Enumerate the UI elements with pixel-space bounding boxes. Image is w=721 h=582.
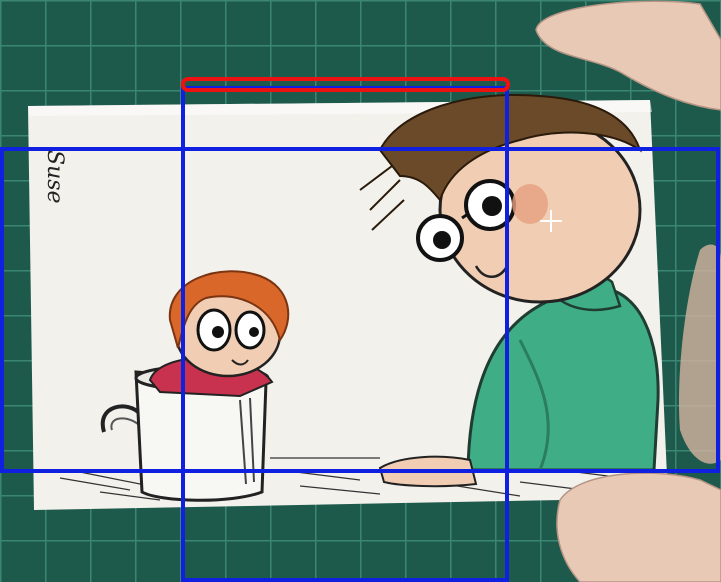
signature-text: Suse [42,150,67,204]
illustration-card: Suse [28,94,668,510]
photo-scene: Suse [0,0,721,582]
artist-signature: Suse [42,150,67,204]
